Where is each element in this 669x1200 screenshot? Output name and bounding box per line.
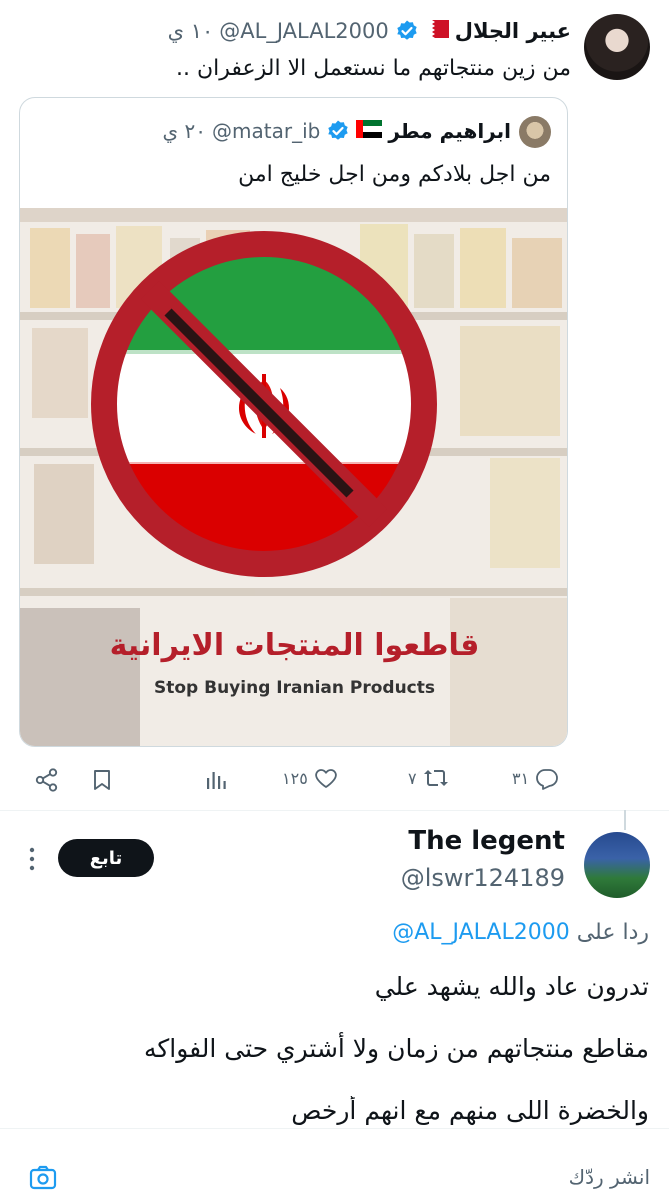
reply-icon: [535, 766, 559, 790]
reply-action[interactable]: ٣١: [512, 764, 559, 792]
replying-to-handle[interactable]: @AL_JALAL2000: [392, 920, 570, 945]
retweet-icon: [423, 766, 449, 790]
quoted-handle: @matar_ib: [212, 119, 321, 143]
quoted-time: ٢٠ ي: [162, 119, 207, 143]
quoted-tweet-header: ابراهيم مطر @matar_ib ٢٠ ي: [163, 114, 511, 148]
boycott-arabic-caption: قاطعوا المنتجات الايرانية: [109, 628, 480, 663]
quoted-tweet-card[interactable]: ابراهيم مطر @matar_ib ٢٠ ي من اجل بلادكم…: [19, 97, 568, 747]
replying-to: ردا على @AL_JALAL2000: [392, 920, 649, 945]
bahrain-flag-icon: [424, 19, 449, 43]
retweet-count: ٧: [408, 768, 417, 788]
reply-handle[interactable]: @lswr124189: [401, 864, 565, 892]
share-action[interactable]: [34, 766, 60, 794]
tweet-time[interactable]: ١٠ ي: [168, 19, 214, 43]
author-avatar[interactable]: [584, 14, 650, 80]
views-action[interactable]: [204, 766, 228, 794]
boycott-image[interactable]: قاطعوا المنتجات الايرانية Stop Buying Ir…: [20, 208, 567, 746]
author-handle[interactable]: @AL_JALAL2000: [219, 19, 388, 43]
reply-display-name[interactable]: The legent: [408, 826, 565, 856]
retweet-action[interactable]: ٧: [408, 764, 449, 792]
like-action[interactable]: ١٢٥: [282, 764, 338, 792]
follow-button[interactable]: تابع: [58, 839, 154, 877]
reply-text-line-1: تدرون عاد والله يشهد علي: [374, 972, 649, 1001]
boycott-english-caption: Stop Buying Iranian Products: [153, 678, 435, 698]
bookmark-action[interactable]: [90, 766, 114, 794]
bookmark-icon: [90, 768, 114, 792]
main-tweet-header: عبير الجلال @AL_JALAL2000 ١٠ ي: [168, 14, 571, 48]
uae-flag-icon: [356, 119, 383, 143]
replying-to-prefix: ردا على: [576, 920, 649, 945]
analytics-icon: [204, 768, 228, 792]
reply-input[interactable]: [80, 1159, 650, 1195]
divider: [0, 810, 669, 811]
reply-composer: [0, 1128, 669, 1200]
verified-badge-icon: [395, 19, 419, 43]
reply-author-avatar[interactable]: [584, 832, 650, 898]
more-options-icon[interactable]: [26, 846, 38, 872]
quoted-display-name: ابراهيم مطر: [388, 119, 511, 143]
quoted-tweet-text: من اجل بلادكم ومن اجل خليج امن: [238, 162, 551, 187]
reply-count: ٣١: [512, 768, 530, 788]
quoted-author-avatar: [519, 116, 551, 148]
author-display-name[interactable]: عبير الجلال: [455, 19, 571, 43]
thread-line: [624, 810, 626, 830]
like-count: ١٢٥: [282, 768, 308, 788]
camera-icon[interactable]: [28, 1163, 58, 1193]
reply-text-line-3: والخضرة اللى منهم مع انهم أرخص: [291, 1096, 649, 1125]
heart-icon: [314, 766, 338, 790]
reply-text-line-2: مقاطع منتجاتهم من زمان ولا أشتري حتى الف…: [143, 1034, 649, 1063]
verified-badge-icon: [326, 119, 350, 143]
main-tweet-text: من زين منتجاتهم ما نستعمل الا الزعفران .…: [176, 56, 571, 81]
share-icon: [34, 767, 60, 793]
boycott-graphic: [20, 208, 567, 746]
